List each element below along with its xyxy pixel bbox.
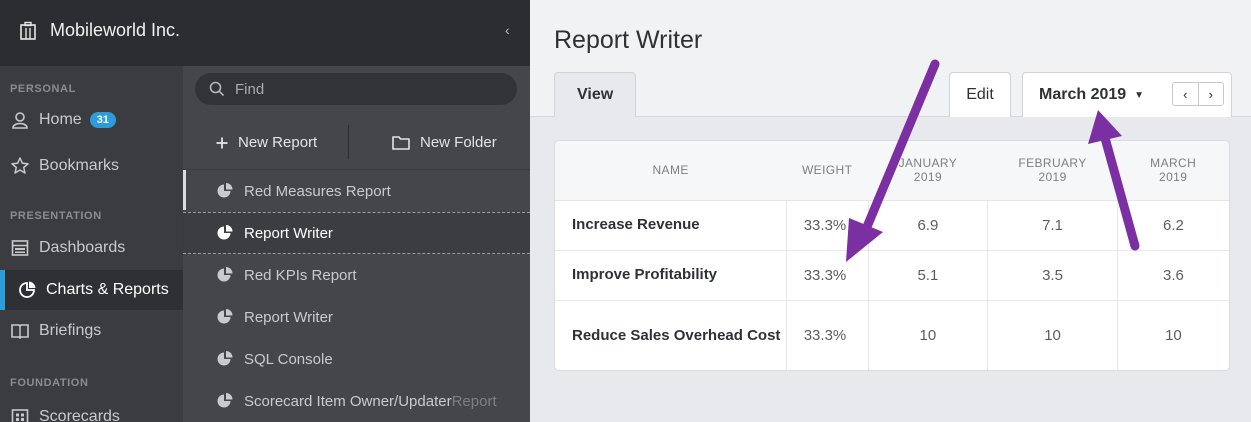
- org-name: Mobileworld Inc.: [50, 20, 181, 40]
- pie-chart-icon: [217, 393, 233, 408]
- sidebar-item-briefings[interactable]: Briefings: [0, 311, 183, 351]
- row-value-march: 3.6: [1116, 250, 1229, 301]
- sidebar-item-home[interactable]: Home 31: [0, 104, 183, 136]
- report-actions-bar: New Report New Folder: [183, 118, 530, 170]
- row-name: Reduce Sales Overhead Cost: [572, 326, 781, 344]
- report-item-label: Red Measures Report: [244, 182, 391, 200]
- row-value-february: 7.1: [987, 200, 1118, 251]
- tab-view[interactable]: View: [554, 72, 636, 117]
- sidebar-item-label: Home: [39, 111, 82, 128]
- org-switcher[interactable]: Mobileworld Inc.: [18, 20, 180, 41]
- report-item-selected[interactable]: Report Writer: [183, 212, 530, 254]
- pie-chart-icon: [217, 225, 233, 240]
- report-table-card: NAME WEIGHT JANUARY 2019 FEBRUARY 2019 MAR…: [554, 140, 1230, 371]
- dashboard-icon: [11, 240, 29, 256]
- row-name: Increase Revenue: [555, 200, 787, 251]
- grid-icon: [11, 409, 29, 422]
- pie-chart-icon: [217, 183, 233, 198]
- search-icon: [209, 81, 225, 97]
- user-icon: [12, 112, 28, 129]
- sidebar-item-label: Briefings: [39, 322, 102, 339]
- building-icon: [20, 21, 36, 40]
- book-icon: [11, 324, 29, 340]
- new-report-label: New Report: [238, 134, 318, 151]
- report-item-label: Scorecard Item Owner/Updater: [244, 392, 452, 410]
- row-value-february: 10: [987, 300, 1118, 370]
- period-label: March 2019: [1039, 86, 1127, 103]
- report-item[interactable]: Scorecard Item Owner/Updater Report: [183, 380, 530, 422]
- plus-icon: [216, 137, 228, 148]
- sidebar-header: Mobileworld Inc. ‹: [0, 0, 530, 66]
- report-item[interactable]: SQL Console: [183, 338, 530, 380]
- period-pager: ‹ ›: [1172, 82, 1224, 106]
- divider: [348, 125, 349, 159]
- column-header-march[interactable]: MARCH 2019: [1117, 141, 1229, 201]
- row-weight: 33.3%: [785, 250, 869, 301]
- search-input[interactable]: Find: [195, 73, 517, 105]
- report-item-label: Report Writer: [244, 308, 333, 326]
- sidebar-item-bookmarks[interactable]: Bookmarks: [0, 146, 183, 186]
- pie-chart-icon: [217, 351, 233, 366]
- page-title: Report Writer: [554, 26, 703, 54]
- tab-view-label: View: [577, 86, 614, 103]
- caret-down-icon: ▼: [1134, 89, 1145, 101]
- section-label-presentation: PRESENTATION: [10, 210, 102, 222]
- pie-chart-icon: [217, 267, 233, 282]
- next-period-button[interactable]: ›: [1197, 83, 1224, 105]
- sidebar-item-label: Charts & Reports: [46, 281, 169, 298]
- report-item-label-faded: Report: [451, 392, 497, 410]
- new-folder-button[interactable]: New Folder: [392, 134, 497, 151]
- notification-badge: 31: [89, 112, 116, 128]
- collapse-sidebar-icon[interactable]: ‹: [505, 22, 510, 38]
- row-name: Improve Profitability: [555, 250, 787, 301]
- report-item-label: Red KPIs Report: [244, 266, 357, 284]
- report-item[interactable]: Report Writer: [183, 296, 530, 338]
- sidebar-item-label: Dashboards: [39, 239, 126, 256]
- new-folder-label: New Folder: [420, 134, 497, 151]
- row-value-january: 6.9: [867, 200, 988, 251]
- column-header-january[interactable]: JANUARY 2019: [868, 141, 988, 201]
- report-item-label: Report Writer: [244, 224, 333, 242]
- row-value-february: 3.5: [987, 250, 1118, 301]
- new-report-button[interactable]: New Report: [216, 134, 317, 151]
- section-label-foundation: FOUNDATION: [10, 377, 89, 389]
- search-placeholder: Find: [235, 80, 265, 98]
- star-icon: [11, 157, 29, 174]
- section-label-personal: PERSONAL: [10, 83, 76, 95]
- table-row: Increase Revenue 33.3% 6.9 7.1 6.2: [555, 200, 1229, 251]
- row-weight: 33.3%: [785, 200, 869, 251]
- sidebar-item-label: Bookmarks: [39, 157, 120, 174]
- folder-icon: [392, 136, 410, 150]
- sidebar-item-scorecards[interactable]: Scorecards: [0, 397, 183, 422]
- tab-edit-label: Edit: [966, 86, 994, 103]
- row-value-march: 6.2: [1116, 200, 1229, 251]
- column-header-name[interactable]: NAME: [555, 141, 787, 201]
- row-weight: 33.3%: [785, 300, 869, 370]
- table-row: Improve Profitability 33.3% 5.1 3.5 3.6: [555, 250, 1229, 301]
- report-table: NAME WEIGHT JANUARY 2019 FEBRUARY 2019 MAR…: [555, 141, 1229, 370]
- sidebar-item-charts-reports[interactable]: Charts & Reports: [0, 270, 183, 310]
- tab-edit[interactable]: Edit: [949, 72, 1011, 117]
- sidebar-item-dashboards[interactable]: Dashboards: [0, 228, 183, 268]
- row-value-january: 10: [867, 300, 988, 370]
- row-value-january: 5.1: [867, 250, 988, 301]
- table-row: Reduce Sales Overhead Cost 33.3% 10 10 1…: [555, 300, 1229, 370]
- report-item[interactable]: Red Measures Report: [183, 170, 530, 212]
- sidebar-item-label: Scorecards: [39, 408, 120, 422]
- pie-chart-icon: [19, 281, 36, 298]
- row-value-march: 10: [1116, 300, 1229, 370]
- report-item[interactable]: Red KPIs Report: [183, 254, 530, 296]
- prev-period-button[interactable]: ‹: [1173, 83, 1198, 105]
- column-header-weight[interactable]: WEIGHT: [786, 141, 869, 201]
- pie-chart-icon: [217, 309, 233, 324]
- column-header-february[interactable]: FEBRUARY 2019: [987, 141, 1118, 201]
- table-header-row: NAME WEIGHT JANUARY 2019 FEBRUARY 2019 MAR…: [555, 141, 1229, 201]
- report-item-label: SQL Console: [244, 350, 333, 368]
